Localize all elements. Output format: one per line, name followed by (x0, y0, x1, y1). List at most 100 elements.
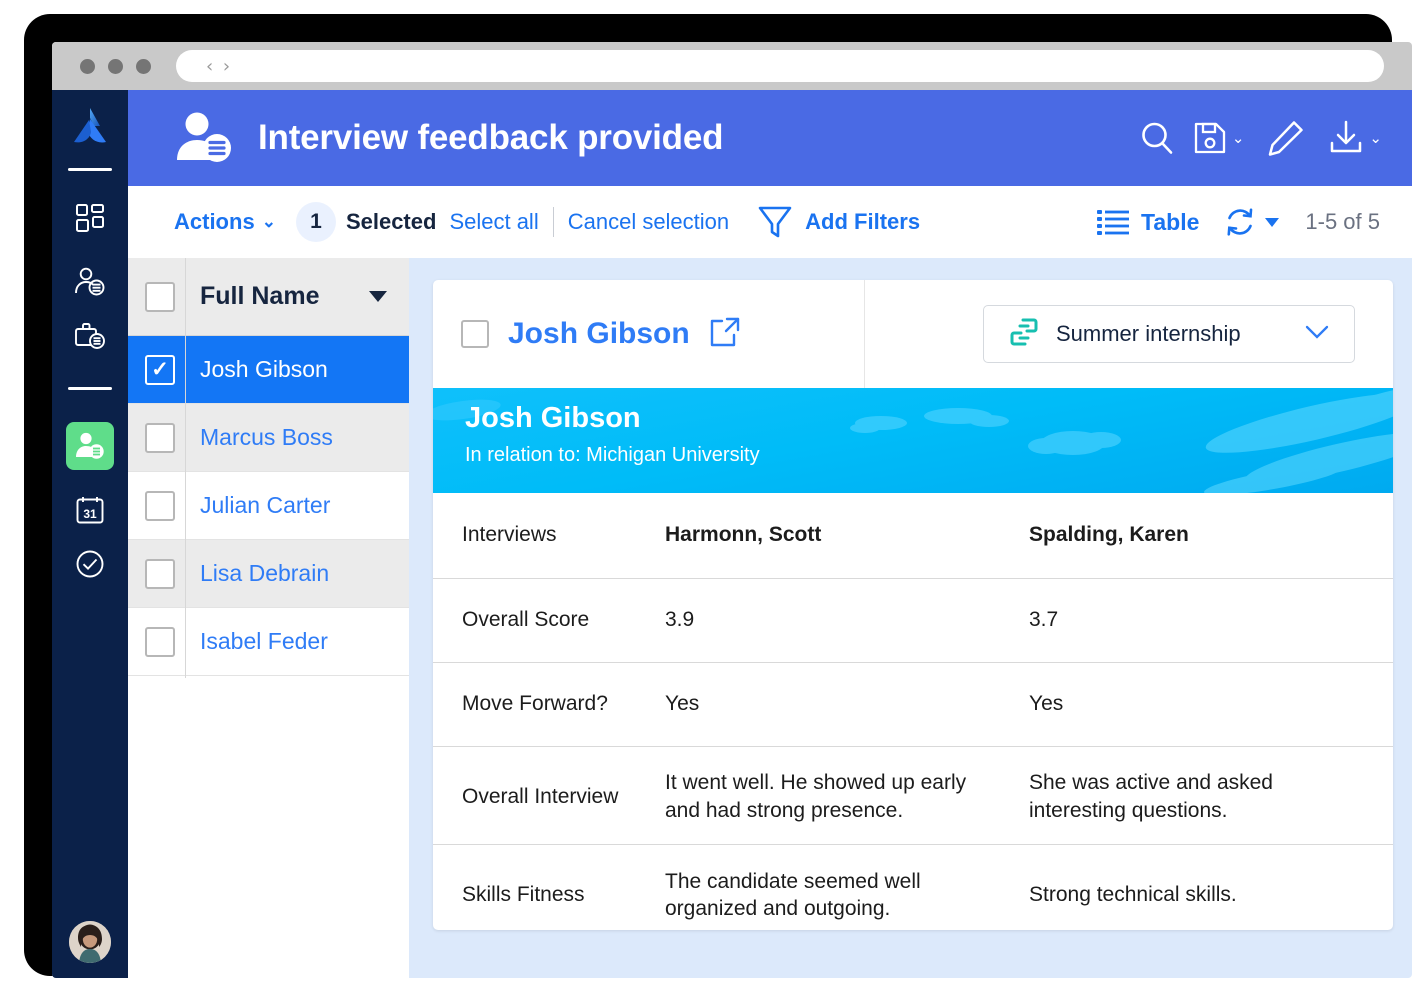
pipeline-value: Summer internship (1056, 321, 1241, 347)
selected-count-badge: 1 (296, 202, 336, 242)
row-value: Yes (665, 662, 1029, 746)
sidebar-item-calendar[interactable]: 31 (66, 486, 114, 534)
sidebar-divider-mid (68, 387, 112, 390)
search-button[interactable] (1137, 118, 1177, 158)
row-label: Move Forward? (433, 662, 665, 746)
download-caret-icon[interactable]: ⌄ (1369, 131, 1382, 146)
row-value: She was active and asked interesting que… (1029, 746, 1393, 844)
banner-candidate-name: Josh Gibson (465, 402, 641, 435)
table-row: Interviews Harmonn, Scott Spalding, Kare… (433, 493, 1393, 578)
selected-label: Selected (346, 209, 437, 235)
row-checkbox[interactable] (145, 627, 175, 657)
device-frame: ‹ › (24, 14, 1392, 976)
toolbar-right: Table 1-5 of 5 (1097, 205, 1380, 239)
card-candidate-name[interactable]: Josh Gibson (508, 317, 690, 351)
list-item-label: Julian Carter (200, 492, 330, 519)
list-view-icon (1097, 208, 1129, 236)
card-header: Josh Gibson (433, 280, 1393, 388)
row-label: Skills Fitness (433, 844, 665, 930)
card-header-left: Josh Gibson (433, 280, 865, 388)
row-value: The candidate seemed well organized and … (665, 844, 1029, 930)
edit-button[interactable] (1266, 119, 1306, 157)
chevron-down-icon[interactable] (1304, 323, 1330, 346)
detail-pane: Josh Gibson (409, 258, 1412, 978)
window-minimize-button[interactable] (108, 59, 123, 74)
download-button[interactable]: ⌄ (1328, 119, 1382, 157)
row-label: Overall Score (433, 578, 665, 662)
list-item[interactable]: Marcus Boss (128, 404, 409, 472)
row-checkbox[interactable] (145, 491, 175, 521)
list-item-label: Lisa Debrain (200, 560, 329, 587)
row-value: 3.7 (1029, 578, 1393, 662)
card-checkbox[interactable] (461, 320, 489, 348)
save-caret-icon[interactable]: ⌄ (1232, 131, 1245, 146)
table-row: Overall Score 3.9 3.7 (433, 578, 1393, 662)
table-view-label: Table (1141, 209, 1199, 236)
list-item[interactable]: Lisa Debrain (128, 540, 409, 608)
sidebar-item-candidates[interactable] (66, 422, 114, 470)
list-header: Full Name (128, 258, 409, 336)
nav-chevrons-icon[interactable]: ‹ › (206, 56, 232, 77)
feedback-table: Interviews Harmonn, Scott Spalding, Kare… (433, 493, 1393, 930)
table-row: Move Forward? Yes Yes (433, 662, 1393, 746)
refresh-icon (1223, 205, 1257, 239)
row-checkbox[interactable] (145, 559, 175, 589)
row-value: 3.9 (665, 578, 1029, 662)
funnel-icon (757, 203, 793, 241)
interviewer-2-link[interactable]: Spalding, Karen (1029, 493, 1393, 578)
header-actions: ⌄ ⌄ (1137, 118, 1382, 158)
list-item[interactable]: Julian Carter (128, 472, 409, 540)
save-button[interactable]: ⌄ (1193, 120, 1245, 156)
refresh-button[interactable] (1223, 205, 1279, 239)
row-value: It went well. He showed up early and had… (665, 746, 1029, 844)
select-all-checkbox[interactable] (145, 282, 175, 312)
arrow-logo-icon[interactable] (66, 102, 114, 150)
sidebar-item-dashboard[interactable] (66, 194, 114, 242)
row-label: Interviews (433, 493, 665, 578)
sidebar-item-tasks[interactable] (66, 540, 114, 588)
browser-chrome: ‹ › (52, 42, 1412, 90)
list-item-label: Josh Gibson (200, 356, 328, 383)
cancel-selection-link[interactable]: Cancel selection (568, 209, 729, 235)
avatar[interactable] (69, 921, 111, 963)
application-root: 31 (52, 90, 1412, 978)
external-link-icon[interactable] (710, 317, 740, 352)
sidebar-item-jobs[interactable] (66, 312, 114, 360)
window-maximize-button[interactable] (136, 59, 151, 74)
candidate-list-pane: Full Name ✓ Josh Gibson Marcus Boss (128, 258, 409, 978)
sidebar-item-contacts[interactable] (66, 258, 114, 306)
table-row: Skills Fitness The candidate seemed well… (433, 844, 1393, 930)
add-filters-button[interactable]: Add Filters (757, 203, 920, 241)
actions-dropdown[interactable]: Actions ⌄ (174, 209, 276, 235)
page-title: Interview feedback provided (258, 118, 723, 158)
browser-window: ‹ › (52, 42, 1412, 978)
row-value: Yes (1029, 662, 1393, 746)
toolbar: Actions ⌄ 1 Selected Select all Cancel s… (128, 186, 1412, 258)
body-area: Full Name ✓ Josh Gibson Marcus Boss (128, 258, 1412, 978)
sidebar: 31 (52, 90, 128, 978)
list-column-divider (185, 258, 186, 678)
column-header-full-name[interactable]: Full Name (200, 282, 319, 311)
row-checkbox[interactable]: ✓ (145, 355, 175, 385)
interviewer-1-link[interactable]: Harmonn, Scott (665, 493, 1029, 578)
list-item[interactable]: Isabel Feder (128, 608, 409, 676)
sidebar-divider-top (68, 168, 112, 171)
pipeline-dropdown[interactable]: Summer internship (983, 305, 1355, 363)
address-bar[interactable]: ‹ › (176, 50, 1384, 82)
table-row: Overall Interview It went well. He showe… (433, 746, 1393, 844)
check-icon: ✓ (151, 359, 169, 380)
candidate-banner: Josh Gibson In relation to: Michigan Uni… (433, 388, 1393, 493)
window-close-button[interactable] (80, 59, 95, 74)
row-checkbox[interactable] (145, 423, 175, 453)
table-view-button[interactable]: Table (1097, 208, 1199, 236)
refresh-caret-icon[interactable] (1265, 218, 1279, 227)
list-item[interactable]: ✓ Josh Gibson (128, 336, 409, 404)
page-header: Interview feedback provided ⌄ (128, 90, 1412, 186)
chevron-down-icon: ⌄ (262, 212, 276, 232)
row-value: Strong technical skills. (1029, 844, 1393, 930)
candidate-detail-card: Josh Gibson (433, 280, 1393, 930)
sort-desc-caret-icon[interactable] (369, 291, 387, 302)
pagination-count: 1-5 of 5 (1305, 209, 1380, 235)
add-filters-label: Add Filters (805, 209, 920, 235)
select-all-link[interactable]: Select all (449, 209, 538, 235)
